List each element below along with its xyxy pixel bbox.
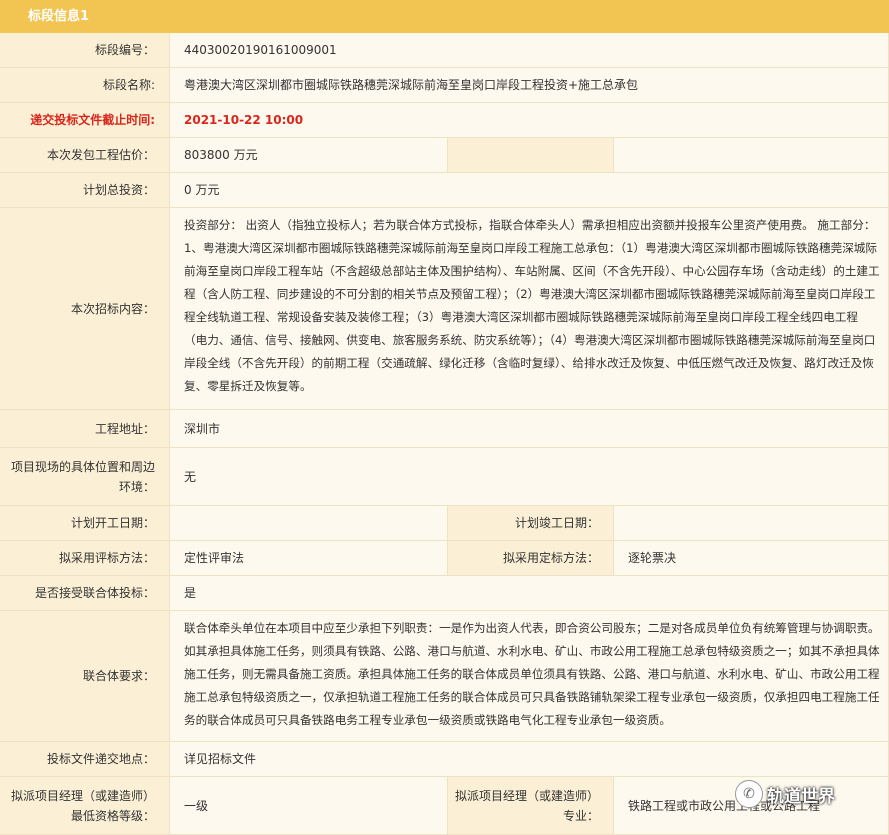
table-row: 投标文件递交地点： 详见招标文件 — [0, 742, 889, 777]
value-pm-grade: 一级 — [170, 777, 448, 835]
value-award-method: 逐轮票决 — [614, 541, 889, 576]
table-row: 递交投标文件截止时间: 2021-10-22 10:00 — [0, 103, 889, 138]
label-section-name: 标段名称: — [0, 68, 170, 103]
value-consortium-accepted: 是 — [170, 576, 889, 611]
table-row: 计划总投资： 0 万元 — [0, 173, 889, 208]
label-submission-location: 投标文件递交地点： — [0, 742, 170, 777]
value-consortium-requirements: 联合体牵头单位在本项目中应至少承担下列职责：一是作为出资人代表，即合资公司股东；… — [170, 611, 889, 742]
label-planned-start: 计划开工日期： — [0, 506, 170, 541]
label-consortium-accepted: 是否接受联合体投标： — [0, 576, 170, 611]
label-planned-finish: 计划竣工日期： — [448, 506, 614, 541]
value-section-name: 粤港澳大湾区深圳都市圈城际铁路穗莞深城际前海至皇岗口岸段工程投资+施工总承包 — [170, 68, 889, 103]
table-row: 拟采用评标方法： 定性评审法 拟采用定标方法： 逐轮票决 — [0, 541, 889, 576]
table-row: 标段名称: 粤港澳大湾区深圳都市圈城际铁路穗莞深城际前海至皇岗口岸段工程投资+施… — [0, 68, 889, 103]
label-pm-grade: 拟派项目经理（或建造师）最低资格等级： — [0, 777, 170, 835]
table-row: 联合体要求： 联合体牵头单位在本项目中应至少承担下列职责：一是作为出资人代表，即… — [0, 611, 889, 742]
label-estimate: 本次发包工程估价： — [0, 138, 170, 173]
table-row: 工程地址： 深圳市 — [0, 410, 889, 448]
value-address: 深圳市 — [170, 410, 889, 448]
label-deadline: 递交投标文件截止时间: — [0, 103, 170, 138]
value-estimate: 803800 万元 — [170, 138, 448, 173]
watermark-text: 轨道世界 — [767, 786, 835, 807]
table-row: 本次招标内容： 投资部分： 出资人（指独立投标人；若为联合体方式投标，指联合体牵… — [0, 208, 889, 410]
section-title: 标段信息1 — [0, 0, 889, 33]
table-row: 本次发包工程估价： 803800 万元 — [0, 138, 889, 173]
value-evaluation-method: 定性评审法 — [170, 541, 448, 576]
table-row: 标段编号： 44030020190161009001 — [0, 33, 889, 68]
empty-value-cell — [614, 138, 889, 173]
value-planned-start — [170, 506, 448, 541]
value-deadline: 2021-10-22 10:00 — [170, 103, 889, 138]
label-pm-specialty: 拟派项目经理（或建造师）专业： — [448, 777, 614, 835]
label-tender-content: 本次招标内容： — [0, 208, 170, 410]
label-evaluation-method: 拟采用评标方法： — [0, 541, 170, 576]
value-planned-finish — [614, 506, 889, 541]
value-site-location: 无 — [170, 448, 889, 506]
label-total-investment: 计划总投资： — [0, 173, 170, 208]
empty-label-cell — [448, 138, 614, 173]
value-tender-content: 投资部分： 出资人（指独立投标人；若为联合体方式投标，指联合体牵头人）需承担相应… — [170, 208, 889, 410]
wechat-icon: ✆ — [735, 780, 763, 808]
value-total-investment: 0 万元 — [170, 173, 889, 208]
watermark: ✆ 轨道世界 — [735, 779, 835, 809]
value-submission-location: 详见招标文件 — [170, 742, 889, 777]
label-address: 工程地址： — [0, 410, 170, 448]
label-site-location: 项目现场的具体位置和周边环境： — [0, 448, 170, 506]
table-row: 项目现场的具体位置和周边环境： 无 — [0, 448, 889, 506]
label-section-number: 标段编号： — [0, 33, 170, 68]
value-section-number: 44030020190161009001 — [170, 33, 889, 68]
label-consortium-requirements: 联合体要求： — [0, 611, 170, 742]
table-row: 是否接受联合体投标： 是 — [0, 576, 889, 611]
table-row: 计划开工日期： 计划竣工日期： — [0, 506, 889, 541]
label-award-method: 拟采用定标方法： — [448, 541, 614, 576]
